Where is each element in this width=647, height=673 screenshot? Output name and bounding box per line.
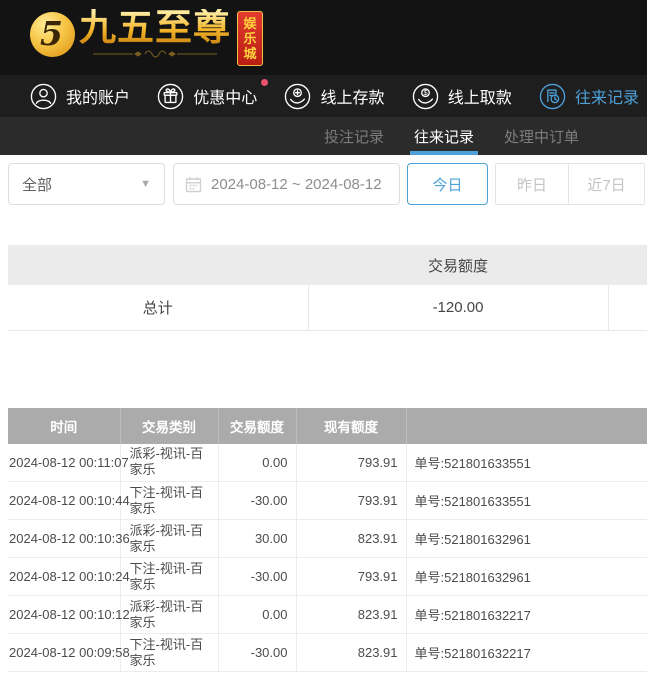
date-range-input[interactable]: 2024-08-12 ~ 2024-08-12 xyxy=(173,163,400,205)
cell-time: 2024-08-12 00:10:12 xyxy=(8,595,130,634)
nav-item-withdraw[interactable]: $ 线上取款 xyxy=(412,83,512,110)
cell-type: 派彩-视讯-百家乐 xyxy=(120,443,219,482)
cell-type: 派彩-视讯-百家乐 xyxy=(120,595,219,634)
tab-transaction-records[interactable]: 往来记录 xyxy=(409,117,479,155)
tab-betting-records[interactable]: 投注记录 xyxy=(324,117,384,155)
cell-order: 单号:521801632961 xyxy=(406,519,647,558)
col-header-type: 交易类别 xyxy=(119,407,218,444)
type-select-value: 全部 xyxy=(22,176,53,194)
nav-label: 往来记录 xyxy=(574,90,639,107)
cell-type: 下注-视讯-百家乐 xyxy=(120,557,219,596)
notification-dot xyxy=(261,78,269,86)
table-row: 2024-08-12 00:10:36 派彩-视讯-百家乐 30.00 823.… xyxy=(8,519,647,558)
table-row: 2024-08-12 00:10:12 派彩-视讯-百家乐 0.00 823.9… xyxy=(8,595,647,634)
table-row: 2024-08-12 00:11:07 派彩-视讯-百家乐 0.00 793.9… xyxy=(8,443,647,482)
col-header-time: 时间 xyxy=(8,407,120,444)
cell-amount: 30.00 xyxy=(218,519,297,558)
brand-monogram: 5 xyxy=(40,14,63,53)
summary-total-value: -120.00 xyxy=(307,285,609,331)
cell-balance: 823.91 xyxy=(296,595,407,634)
cell-time: 2024-08-12 00:10:24 xyxy=(8,557,130,596)
brand-badge: 娱乐城 xyxy=(237,11,263,66)
deposit-hand-coin-icon xyxy=(285,83,311,109)
cell-order: 单号:521801633551 xyxy=(406,481,647,520)
nav-label: 线上取款 xyxy=(447,90,512,107)
cell-time: 2024-08-12 00:11:07 xyxy=(8,443,129,482)
nav-label: 我的账户 xyxy=(66,90,131,107)
cell-type: 派彩-视讯-百家乐 xyxy=(120,519,219,558)
cell-order: 单号:521801632217 xyxy=(406,633,647,672)
nav-item-transaction-records[interactable]: 往来记录 xyxy=(539,83,639,110)
cell-time: 2024-08-12 00:10:36 xyxy=(8,519,130,558)
nav-item-promotions[interactable]: 优惠中心 xyxy=(157,78,269,110)
last7days-button[interactable]: 近7日 xyxy=(568,164,644,204)
cell-order: 单号:521801632961 xyxy=(406,557,647,596)
cell-balance: 793.91 xyxy=(296,443,407,482)
nav-label: 优惠中心 xyxy=(193,90,258,107)
cell-balance: 793.91 xyxy=(296,557,407,596)
cell-amount: 0.00 xyxy=(218,595,297,634)
table-row: 2024-08-12 00:10:44 下注-视讯-百家乐 -30.00 793… xyxy=(8,481,647,520)
record-tabs: 投注记录 往来记录 处理中订单 xyxy=(0,117,647,155)
calendar-icon xyxy=(185,176,202,192)
main-nav: 我的账户 优惠中心 线上存款 $ 线上取款 往来记录 xyxy=(0,75,647,117)
today-button[interactable]: 今日 xyxy=(407,163,488,205)
type-select[interactable]: 全部 ▼ xyxy=(8,163,165,205)
summary-total-row: 总计 -120.00 xyxy=(8,285,647,331)
nav-item-deposit[interactable]: 线上存款 xyxy=(284,83,384,110)
brand-name: 九五至尊 xyxy=(79,7,231,48)
cell-balance: 823.91 xyxy=(296,519,407,558)
cell-time: 2024-08-12 00:09:58 xyxy=(8,633,130,672)
cell-balance: 823.91 xyxy=(296,633,407,672)
cell-type: 下注-视讯-百家乐 xyxy=(120,481,219,520)
user-icon xyxy=(30,83,57,109)
svg-text:$: $ xyxy=(423,88,427,97)
summary-header-row: 交易额度 xyxy=(8,245,647,285)
gift-icon xyxy=(157,83,184,109)
brand-monogram-icon: 5 xyxy=(30,12,75,57)
col-header-amount: 交易额度 xyxy=(217,407,296,444)
date-range-value: 2024-08-12 ~ 2024-08-12 xyxy=(211,175,382,193)
yesterday-button[interactable]: 昨日 xyxy=(496,164,568,204)
summary-total-extra xyxy=(608,285,647,331)
table-header-row: 时间 交易类别 交易额度 现有额度 xyxy=(8,407,647,444)
dropdown-caret-icon: ▼ xyxy=(140,178,151,190)
summary-header-amount: 交易额度 xyxy=(308,245,608,285)
summary-header-empty2 xyxy=(608,245,647,285)
cell-balance: 793.91 xyxy=(296,481,407,520)
table-row: 2024-08-12 00:10:24 下注-视讯-百家乐 -30.00 793… xyxy=(8,557,647,596)
cell-order: 单号:521801632217 xyxy=(406,595,647,634)
table-row: 2024-08-12 00:09:58 下注-视讯-百家乐 -30.00 823… xyxy=(8,633,647,672)
cell-order: 单号:521801633551 xyxy=(406,443,647,482)
col-header-balance: 现有额度 xyxy=(295,407,406,444)
col-header-order xyxy=(405,407,647,444)
tab-pending-orders[interactable]: 处理中订单 xyxy=(504,117,579,155)
cell-amount: -30.00 xyxy=(218,481,297,520)
brand-logo[interactable]: 5 九五至尊 娱乐城 xyxy=(30,9,263,66)
summary-total-label: 总计 xyxy=(8,285,308,331)
summary-table: 交易额度 总计 -120.00 xyxy=(8,245,647,331)
cell-time: 2024-08-12 00:10:44 xyxy=(8,481,130,520)
cell-amount: -30.00 xyxy=(218,557,297,596)
brand-header: 5 九五至尊 娱乐城 xyxy=(0,0,647,75)
withdraw-hand-coin-icon: $ xyxy=(412,83,438,109)
transactions-table: 时间 交易类别 交易额度 现有额度 2024-08-12 00:11:07 派彩… xyxy=(8,407,647,672)
summary-header-empty xyxy=(8,245,308,285)
cell-amount: -30.00 xyxy=(218,633,297,672)
nav-item-my-account[interactable]: 我的账户 xyxy=(30,83,130,110)
flourish-ornament-icon xyxy=(93,50,217,58)
cell-type: 下注-视讯-百家乐 xyxy=(120,633,219,672)
cell-amount: 0.00 xyxy=(218,443,297,482)
transaction-records-icon xyxy=(539,83,566,109)
nav-label: 线上存款 xyxy=(320,90,385,107)
quick-range-group: 昨日 近7日 xyxy=(495,163,645,205)
filter-bar: 全部 ▼ 2024-08-12 ~ 2024-08-12 今日 昨日 近7日 xyxy=(0,155,647,205)
